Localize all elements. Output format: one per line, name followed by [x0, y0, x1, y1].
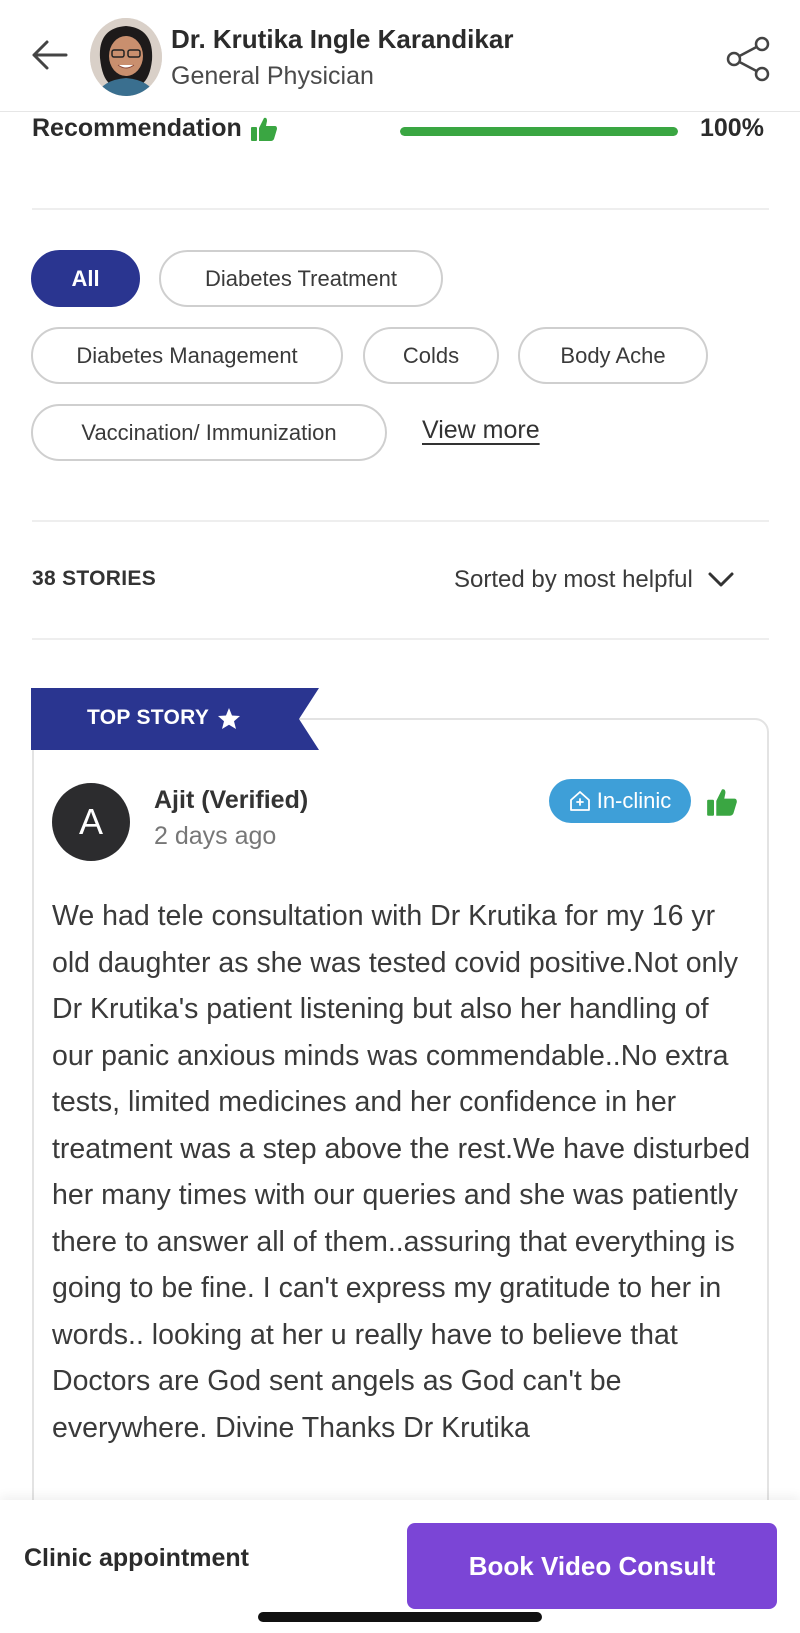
- filter-chip-body-ache[interactable]: Body Ache: [518, 327, 708, 384]
- section-divider: [32, 520, 769, 522]
- helpful-thumb[interactable]: [706, 787, 738, 822]
- filter-chip-vaccination[interactable]: Vaccination/ Immunization: [31, 404, 387, 461]
- doctor-specialty: General Physician: [171, 62, 374, 90]
- recommendation-progress-bar: [400, 127, 678, 136]
- story-body: We had tele consultation with Dr Krutika…: [52, 900, 751, 1444]
- clinic-home-icon: [569, 791, 590, 811]
- top-header: Dr. Krutika Ingle Karandikar General Phy…: [0, 0, 800, 112]
- filter-chip-diabetes-treatment[interactable]: Diabetes Treatment: [159, 250, 443, 307]
- doctor-avatar: [90, 18, 162, 96]
- star-icon: [218, 707, 241, 729]
- share-button[interactable]: [724, 34, 774, 84]
- thumbs-up-icon: [707, 789, 737, 816]
- stories-count: 38 STORIES: [32, 567, 156, 590]
- consult-type-badge: In-clinic: [549, 779, 691, 823]
- section-divider: [32, 208, 769, 210]
- thumbs-up-icon: [250, 117, 277, 141]
- consult-type-label: In-clinic: [596, 788, 672, 813]
- clinic-appointment-button[interactable]: Clinic appointment: [24, 1544, 249, 1573]
- recommendation-label: Recommendation: [32, 114, 278, 143]
- share-icon: [726, 36, 770, 82]
- review-time: 2 days ago: [154, 822, 277, 850]
- chevron-down-icon: [708, 572, 734, 587]
- sort-dropdown[interactable]: Sorted by most helpful: [454, 566, 735, 594]
- filter-chip-colds[interactable]: Colds: [363, 327, 499, 384]
- top-story-label: TOP STORY: [87, 706, 241, 730]
- filter-chip-all[interactable]: All: [31, 250, 140, 307]
- book-video-consult-button[interactable]: Book Video Consult: [407, 1523, 777, 1609]
- recommendation-percent: 100%: [700, 114, 764, 142]
- arrow-left-icon: [32, 40, 68, 70]
- recommendation-progress-fill: [400, 127, 678, 136]
- sort-label: Sorted by most helpful: [454, 566, 693, 593]
- back-button[interactable]: [26, 32, 72, 78]
- recommendation-label-text: Recommendation: [32, 114, 242, 142]
- doctor-name: Dr. Krutika Ingle Karandikar: [171, 24, 514, 54]
- top-story-text: TOP STORY: [87, 706, 210, 729]
- home-indicator: [258, 1612, 542, 1622]
- filter-chip-diabetes-management[interactable]: Diabetes Management: [31, 327, 343, 384]
- view-more-link[interactable]: View more: [422, 416, 540, 445]
- reviewer-avatar: A: [52, 783, 130, 861]
- section-divider: [32, 638, 769, 640]
- reviewer-name: Ajit (Verified): [154, 786, 309, 814]
